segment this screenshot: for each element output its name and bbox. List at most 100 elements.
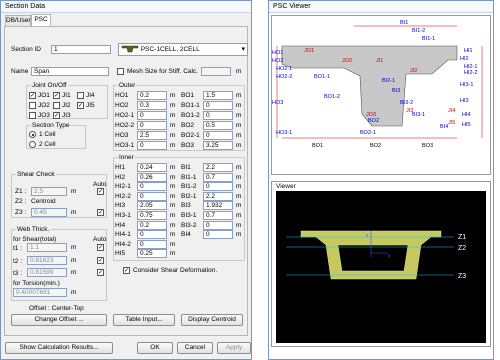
section-label-ji1: JI1 — [376, 58, 383, 64]
bi1-1-unit: m — [236, 173, 242, 181]
t2-auto-checkbox[interactable]: ✓ — [97, 257, 104, 264]
hi2-1-input[interactable]: 0 — [137, 182, 167, 192]
z3-auto-checkbox[interactable]: ✓ — [97, 209, 104, 216]
section-type-select[interactable]: PSC-1CELL, 2CELL ▾ — [118, 43, 248, 56]
one-cell-radio[interactable] — [29, 131, 36, 138]
ho2-label: HO2 — [115, 102, 129, 109]
bi2-1-input[interactable]: 2.2 — [203, 191, 233, 201]
joint-jo3-checkbox[interactable] — [29, 112, 36, 119]
z3-input[interactable]: 0.45 — [31, 208, 67, 217]
z1-unit: m — [71, 188, 77, 195]
bi1-1-input[interactable]: 0.7 — [203, 172, 233, 182]
offset-label: Offset : Center-Top — [29, 305, 84, 312]
hi2-input[interactable]: 0.26 — [137, 172, 167, 182]
ho1-input[interactable]: 0.2 — [137, 91, 167, 100]
ok-button[interactable]: OK — [137, 342, 173, 354]
bo1-2-input[interactable]: 0 — [203, 111, 233, 120]
t2-label: t2 : — [13, 258, 23, 265]
table-input-button[interactable]: Table Input... — [113, 314, 175, 326]
torsion-input[interactable]: 0.40007691 — [13, 288, 67, 297]
bi3-unit: m — [236, 202, 242, 210]
hi1-input[interactable]: 0.24 — [137, 163, 167, 172]
viewer-label: Viewer — [276, 183, 296, 190]
joint-ji1-checkbox[interactable]: ✓ — [53, 92, 60, 99]
bi3-2-input[interactable]: 0 — [203, 220, 233, 230]
chevron-down-icon[interactable]: ▾ — [241, 44, 245, 55]
bi4-input[interactable]: 0 — [203, 230, 233, 240]
section-type-value: PSC-1CELL, 2CELL — [140, 46, 200, 53]
section-id-input[interactable]: 1 — [51, 45, 111, 54]
z1-input[interactable]: 2.5 — [31, 187, 67, 196]
t2-input[interactable]: 0.81623 — [27, 256, 67, 265]
hi4-input[interactable]: 0.2 — [137, 220, 167, 230]
bi1-2-input[interactable]: 0 — [203, 182, 233, 192]
bo1-input[interactable]: 1.5 — [203, 91, 233, 100]
section-data-window: Section Data DB/User PSC Section ID 1 PS… — [0, 0, 252, 360]
hi3-input[interactable]: 2.05 — [137, 201, 167, 211]
bo2-1-input[interactable]: 0 — [203, 131, 233, 140]
hi4-1-label: HI4-1 — [115, 231, 131, 239]
t1-input[interactable]: 1.1 — [27, 243, 67, 252]
bi4-unit: m — [236, 231, 242, 239]
bi1-input[interactable]: 2.2 — [203, 163, 233, 172]
t1-label: t1 : — [13, 245, 23, 252]
z3-label-text: Z3 — [458, 273, 466, 280]
hi3-1-label: HI3-1 — [115, 212, 131, 219]
ho2-1-unit: m — [170, 112, 176, 119]
display-centroid-button[interactable]: Display Centroid — [181, 314, 243, 326]
name-input[interactable]: Span — [31, 67, 109, 76]
mesh-size-input[interactable] — [201, 67, 231, 76]
ho2-2-input[interactable]: 0 — [137, 121, 167, 130]
t3-input[interactable]: 0.81599 — [27, 268, 67, 277]
joint-ji2-checkbox[interactable] — [53, 102, 60, 109]
joint-jo1-label: JO1 — [38, 92, 50, 99]
joint-ji2-label: JI2 — [62, 102, 71, 109]
bo1-1-input[interactable]: 0 — [203, 101, 233, 110]
t2-unit: m — [71, 257, 77, 264]
ho3-input[interactable]: 2.5 — [137, 131, 167, 140]
hi3-unit: m — [170, 202, 176, 210]
one-cell-label: 1 Cell — [39, 131, 56, 138]
hi5-input[interactable]: 0.25 — [137, 249, 167, 259]
web-auto-label: Auto — [93, 236, 107, 243]
t1-auto-checkbox[interactable]: ✓ — [97, 244, 104, 251]
hi4-2-input[interactable]: 0 — [137, 239, 167, 249]
apply-button[interactable]: Apply — [217, 342, 251, 354]
consider-shear-checkbox[interactable]: ✓ — [123, 267, 130, 274]
hi3-1-input[interactable]: 0.75 — [137, 211, 167, 220]
joint-ji5-checkbox[interactable]: ✓ — [77, 102, 84, 109]
mesh-size-checkbox[interactable] — [117, 68, 124, 75]
tab-psc[interactable]: PSC — [31, 14, 51, 26]
section-label-jo3: JO3 — [366, 112, 376, 118]
joint-ji4-checkbox[interactable] — [77, 92, 84, 99]
joint-jo2-checkbox[interactable] — [29, 102, 36, 109]
t3-auto-checkbox[interactable]: ✓ — [97, 269, 104, 276]
psc-section-diagram: BI1BI1-2BI1-1BI3BI3-2BI3-1BI2-1BI4HO1HO2… — [272, 20, 483, 149]
hi2-1-label: HI2-1 — [115, 183, 131, 191]
bi3-2-unit: m — [236, 221, 242, 229]
z1-auto-checkbox[interactable]: ✓ — [97, 188, 104, 195]
section-label-ji4: JI4 — [448, 108, 455, 114]
bo1-2-label: BO1-2 — [181, 112, 200, 119]
joint-jo1-checkbox[interactable]: ✓ — [29, 92, 36, 99]
show-calculation-results-button[interactable]: Show Calculation Results... — [5, 342, 113, 354]
bi3-1-input[interactable]: 0.7 — [203, 211, 233, 220]
ho2-1-input[interactable]: 0 — [137, 111, 167, 120]
bi3-input[interactable]: 1.932 — [203, 201, 233, 211]
section-label-bo1-1: BO1-1 — [314, 74, 330, 80]
change-offset-button[interactable]: Change Offset ... — [11, 314, 107, 326]
cancel-button[interactable]: Cancel — [177, 342, 213, 354]
tab-db-user[interactable]: DB/User — [5, 15, 31, 26]
ho3-1-input[interactable]: 0 — [137, 141, 167, 150]
bo2-input[interactable]: 0.5 — [203, 121, 233, 130]
bo3-input[interactable]: 3.25 — [203, 141, 233, 150]
ho2-1-label: HO2-1 — [115, 112, 135, 119]
hi4-1-input[interactable]: 0 — [137, 230, 167, 240]
two-cell-radio[interactable] — [29, 141, 36, 148]
viewer-canvas[interactable]: Z1 Z2 Z3 z y — [276, 191, 486, 343]
mesh-size-label: Mesh Size for Stiff. Calc. — [127, 68, 199, 75]
hi2-2-input[interactable]: 0 — [137, 191, 167, 201]
joint-ji3-checkbox[interactable]: ✓ — [53, 112, 60, 119]
ho2-input[interactable]: 0.3 — [137, 101, 167, 110]
joint-ji5-label: JI5 — [86, 102, 95, 109]
